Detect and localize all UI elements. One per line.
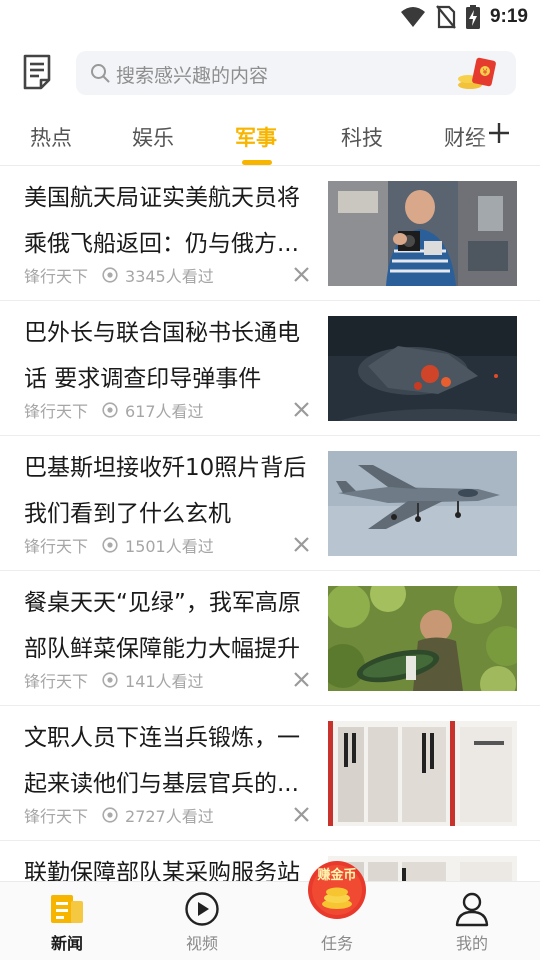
nav-label: 任务 <box>320 934 353 953</box>
news-meta: 锋行天下 617人看过 <box>24 398 204 422</box>
nav-label: 视频 <box>185 934 218 953</box>
tab-hot[interactable]: 热点 <box>30 122 72 152</box>
svg-text:¥: ¥ <box>483 68 488 77</box>
news-feed: 美国航天局证实美航天员将乘俄飞船返回：仍与俄方... 锋行天下 3345人看过 <box>0 166 540 881</box>
status-bar: 9:19 <box>0 0 540 36</box>
user-icon <box>455 892 489 927</box>
news-item[interactable]: 巴基斯坦接收歼10照片背后我们看到了什么玄机 锋行天下 1501人看过 <box>0 436 540 571</box>
news-source: 锋行天下 <box>24 807 89 826</box>
news-views: 2727人看过 <box>125 807 214 826</box>
eye-icon <box>102 267 118 283</box>
nav-video[interactable]: 视频 <box>152 882 252 960</box>
news-title[interactable]: 美国航天局证实美航天员将乘俄飞船返回：仍与俄方... <box>24 175 316 267</box>
eye-icon <box>102 537 118 553</box>
category-tabs: 热点 娱乐 军事 科技 财经 <box>0 112 540 166</box>
news-meta: 锋行天下 3345人看过 <box>24 263 214 287</box>
close-icon[interactable] <box>294 537 309 552</box>
news-title[interactable]: 巴基斯坦接收歼10照片背后我们看到了什么玄机 <box>24 445 316 537</box>
tab-tech[interactable]: 科技 <box>341 122 383 152</box>
news-source: 锋行天下 <box>24 672 89 691</box>
nav-label: 新闻 <box>50 934 83 953</box>
astronaut-photo[interactable] <box>328 181 517 286</box>
news-title[interactable]: 联勤保障部队某采购服务站 <box>24 850 316 881</box>
news-views: 1501人看过 <box>125 537 214 556</box>
coin-icon[interactable]: 赚金币 <box>307 860 367 920</box>
search-input[interactable]: 搜索感兴趣的内容 ¥ <box>76 51 516 95</box>
tab-military[interactable]: 军事 <box>235 122 277 152</box>
no-sim-icon <box>436 5 456 29</box>
wifi-icon <box>400 7 425 27</box>
status-time: 9:19 <box>489 6 528 27</box>
news-source: 锋行天下 <box>24 537 89 556</box>
nav-news[interactable]: 新闻 <box>17 882 117 960</box>
eye-icon <box>102 807 118 823</box>
close-icon[interactable] <box>294 267 309 282</box>
fighter-jet-photo[interactable] <box>328 451 517 556</box>
soldier-vegetable-photo[interactable] <box>328 586 517 691</box>
search-header: 搜索感兴趣的内容 ¥ <box>0 48 540 100</box>
plus-icon[interactable] <box>488 122 510 144</box>
play-icon <box>185 892 219 926</box>
close-icon[interactable] <box>294 402 309 417</box>
notes-icon[interactable] <box>22 54 52 90</box>
news-source: 锋行天下 <box>24 402 89 421</box>
nav-profile[interactable]: 我的 <box>422 882 522 960</box>
news-item[interactable]: 联勤保障部队某采购服务站 <box>0 841 540 881</box>
status-icons: 9:19 <box>400 5 528 29</box>
news-title[interactable]: 巴外长与联合国秘书长通电话 要求调查印导弹事件 <box>24 310 316 402</box>
news-item[interactable]: 文职人员下连当兵锻炼，一起来读他们与基层官兵的... 锋行天下 2727人看过 <box>0 706 540 841</box>
battery-charging-icon <box>465 5 480 29</box>
news-source: 锋行天下 <box>24 267 89 286</box>
eye-icon <box>102 672 118 688</box>
nav-label: 我的 <box>455 934 488 953</box>
news-views: 617人看过 <box>125 402 204 421</box>
news-meta: 锋行天下 1501人看过 <box>24 533 214 557</box>
news-item[interactable]: 餐桌天天“见绿”，我军高原部队鲜菜保障能力大幅提升 锋行天下 141人看过 <box>0 571 540 706</box>
red-packet-icon[interactable]: ¥ <box>456 55 502 91</box>
news-item[interactable]: 巴外长与联合国秘书长通电话 要求调查印导弹事件 锋行天下 617人看过 <box>0 301 540 436</box>
tab-entertainment[interactable]: 娱乐 <box>132 122 174 152</box>
newspaper-photo[interactable] <box>328 721 517 826</box>
news-views: 141人看过 <box>125 672 204 691</box>
search-placeholder: 搜索感兴趣的内容 <box>116 65 269 87</box>
close-icon[interactable] <box>294 807 309 822</box>
active-tab-indicator <box>242 160 272 165</box>
news-title[interactable]: 餐桌天天“见绿”，我军高原部队鲜菜保障能力大幅提升 <box>24 580 316 672</box>
missile-crash-photo[interactable] <box>328 316 517 421</box>
close-icon[interactable] <box>294 672 309 687</box>
news-meta: 锋行天下 2727人看过 <box>24 803 214 827</box>
news-views: 3345人看过 <box>125 267 214 286</box>
news-title[interactable]: 文职人员下连当兵锻炼，一起来读他们与基层官兵的... <box>24 715 316 807</box>
search-icon <box>91 64 110 83</box>
bottom-nav: 新闻 视频 任务 我的 <box>0 881 540 960</box>
news-meta: 锋行天下 141人看过 <box>24 668 204 692</box>
news-item[interactable]: 美国航天局证实美航天员将乘俄飞船返回：仍与俄方... 锋行天下 3345人看过 <box>0 166 540 301</box>
coin-badge-text: 赚金币 <box>317 868 357 883</box>
news-icon <box>51 895 83 923</box>
eye-icon <box>102 402 118 418</box>
